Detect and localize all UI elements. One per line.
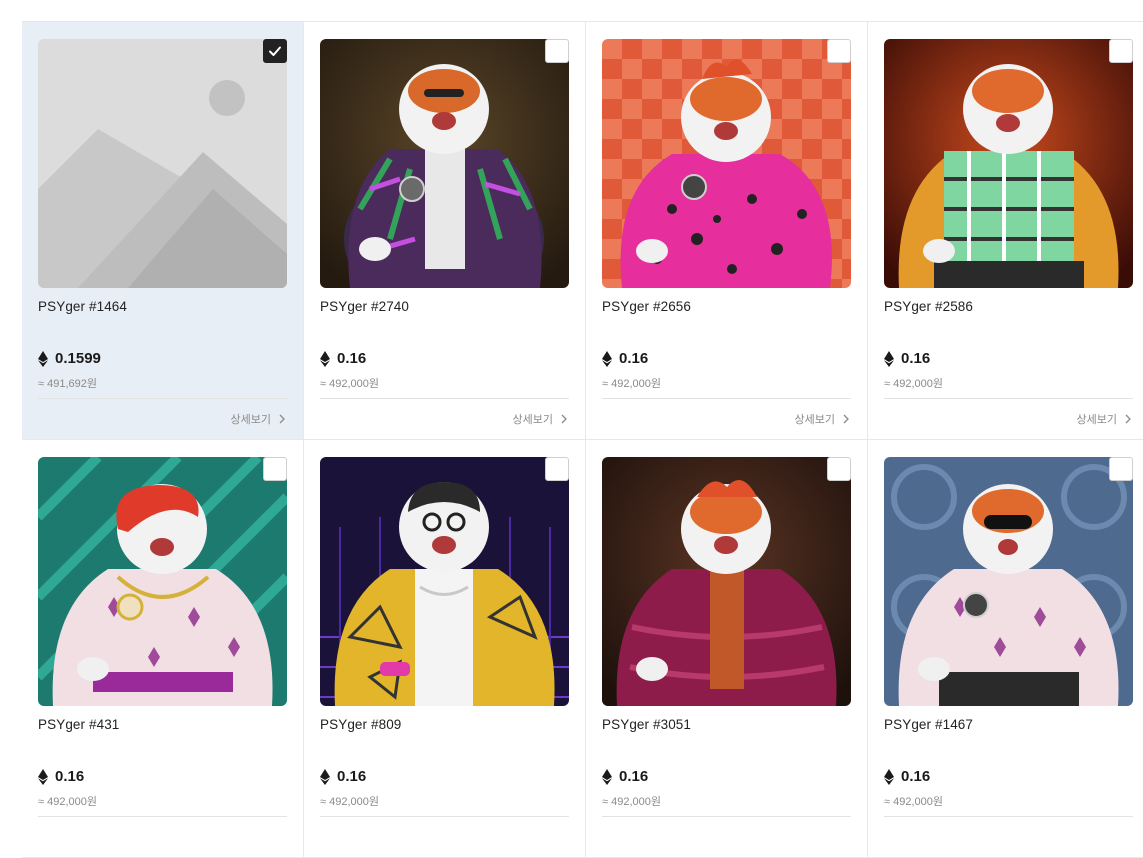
divider <box>320 816 569 817</box>
price: 0.16 <box>602 350 648 367</box>
detail-link[interactable]: 상세보기 <box>795 411 851 427</box>
select-checkbox[interactable] <box>1109 457 1133 481</box>
checkmark-icon <box>269 46 281 56</box>
select-checkbox[interactable] <box>827 39 851 63</box>
krw-price: ≈ 492,000원 <box>38 796 97 808</box>
price-value: 0.1599 <box>55 350 101 367</box>
price-value: 0.16 <box>337 768 367 785</box>
price-value: 0.16 <box>901 768 931 785</box>
nft-thumbnail[interactable] <box>320 39 569 288</box>
tiger-nft-star-sweater-red-hair <box>38 457 287 706</box>
tiger-nft-purple-jacket <box>320 39 569 288</box>
nft-name: PSYger #1467 <box>884 717 974 732</box>
nft-thumbnail[interactable] <box>602 39 851 288</box>
nft-card[interactable]: PSYger #2586 0.16 ≈ 492,000원 상세보기 <box>868 22 1143 440</box>
divider <box>602 398 851 399</box>
detail-link[interactable]: 상세보기 <box>1077 411 1133 427</box>
price-value: 0.16 <box>619 350 649 367</box>
divider <box>38 816 287 817</box>
grid-row: PSYger #1464 0.1599 ≈ 491,692원 상세보기 PSYg… <box>22 22 1143 440</box>
krw-price: ≈ 492,000원 <box>884 378 943 390</box>
nft-card[interactable]: PSYger #2656 0.16 ≈ 492,000원 상세보기 <box>586 22 868 440</box>
tiger-nft-yellow-jacket <box>320 457 569 706</box>
tiger-nft-maroon-puffer <box>602 457 851 706</box>
ethereum-icon <box>884 350 894 367</box>
nft-name: PSYger #2740 <box>320 299 410 314</box>
detail-link[interactable]: 상세보기 <box>513 411 569 427</box>
nft-thumbnail-placeholder[interactable] <box>38 39 287 288</box>
nft-card[interactable]: PSYger #1464 0.1599 ≈ 491,692원 상세보기 <box>22 22 304 440</box>
price: 0.16 <box>884 768 930 785</box>
select-checkbox[interactable] <box>1109 39 1133 63</box>
tiger-nft-plaid-jacket <box>884 39 1133 288</box>
nft-card[interactable]: PSYger #3051 0.16 ≈ 492,000원 <box>586 440 868 858</box>
nft-thumbnail[interactable] <box>602 457 851 706</box>
chevron-right-icon <box>1125 414 1131 424</box>
tiger-nft-star-sweater-sunglasses <box>884 457 1133 706</box>
price: 0.16 <box>320 350 366 367</box>
divider <box>884 398 1133 399</box>
ethereum-icon <box>38 350 48 367</box>
grid-row: PSYger #431 0.16 ≈ 492,000원 PSYger #809 … <box>22 440 1143 858</box>
divider <box>602 816 851 817</box>
ethereum-icon <box>884 768 894 785</box>
ethereum-icon <box>602 350 612 367</box>
ethereum-icon <box>602 768 612 785</box>
krw-price: ≈ 492,000원 <box>884 796 943 808</box>
price-value: 0.16 <box>619 768 649 785</box>
nft-card[interactable]: PSYger #1467 0.16 ≈ 492,000원 <box>868 440 1143 858</box>
price-value: 0.16 <box>901 350 931 367</box>
price-value: 0.16 <box>337 350 367 367</box>
detail-link[interactable]: 상세보기 <box>231 411 287 427</box>
detail-label: 상세보기 <box>794 414 835 426</box>
krw-price: ≈ 491,692원 <box>38 378 97 390</box>
chevron-right-icon <box>843 414 849 424</box>
chevron-right-icon <box>561 414 567 424</box>
ethereum-icon <box>320 350 330 367</box>
divider <box>884 816 1133 817</box>
price: 0.16 <box>320 768 366 785</box>
select-checkbox[interactable] <box>827 457 851 481</box>
nft-name: PSYger #2656 <box>602 299 692 314</box>
nft-name: PSYger #431 <box>38 717 120 732</box>
price: 0.16 <box>884 350 930 367</box>
ethereum-icon <box>320 768 330 785</box>
image-placeholder-icon <box>38 39 287 288</box>
chevron-right-icon <box>279 414 285 424</box>
divider <box>38 398 287 399</box>
tiger-nft-pink-leopard-jacket <box>602 39 851 288</box>
nft-card[interactable]: PSYger #2740 0.16 ≈ 492,000원 상세보기 <box>304 22 586 440</box>
nft-thumbnail[interactable] <box>884 39 1133 288</box>
detail-label: 상세보기 <box>512 414 553 426</box>
select-checkbox[interactable] <box>263 39 287 63</box>
krw-price: ≈ 492,000원 <box>602 796 661 808</box>
select-checkbox[interactable] <box>545 457 569 481</box>
detail-label: 상세보기 <box>230 414 271 426</box>
nft-name: PSYger #2586 <box>884 299 974 314</box>
divider <box>320 398 569 399</box>
nft-name: PSYger #3051 <box>602 717 692 732</box>
price-value: 0.16 <box>55 768 85 785</box>
select-checkbox[interactable] <box>545 39 569 63</box>
detail-label: 상세보기 <box>1076 414 1117 426</box>
nft-name: PSYger #809 <box>320 717 402 732</box>
ethereum-icon <box>38 768 48 785</box>
nft-thumbnail[interactable] <box>884 457 1133 706</box>
nft-name: PSYger #1464 <box>38 299 128 314</box>
select-checkbox[interactable] <box>263 457 287 481</box>
nft-card[interactable]: PSYger #809 0.16 ≈ 492,000원 <box>304 440 586 858</box>
nft-grid: PSYger #1464 0.1599 ≈ 491,692원 상세보기 PSYg… <box>22 21 1143 858</box>
nft-thumbnail[interactable] <box>38 457 287 706</box>
krw-price: ≈ 492,000원 <box>602 378 661 390</box>
price: 0.16 <box>602 768 648 785</box>
price: 0.16 <box>38 768 84 785</box>
krw-price: ≈ 492,000원 <box>320 378 379 390</box>
nft-thumbnail[interactable] <box>320 457 569 706</box>
nft-card[interactable]: PSYger #431 0.16 ≈ 492,000원 <box>22 440 304 858</box>
price: 0.1599 <box>38 350 101 367</box>
krw-price: ≈ 492,000원 <box>320 796 379 808</box>
